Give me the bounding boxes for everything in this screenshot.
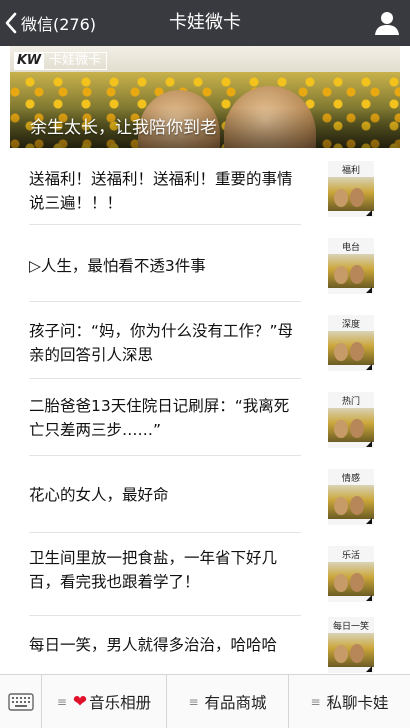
back-label: 微信(276) (21, 15, 97, 34)
thumbnail-tag: 情感 (341, 474, 360, 484)
corner-triangle-icon (366, 595, 372, 601)
article-thumbnail: 热门 (328, 392, 374, 448)
article-thumbnail: 福利 (328, 161, 374, 217)
logo-mark: KW (14, 52, 45, 70)
banner-image[interactable]: KW 卡娃微卡 余生太长，让我陪你到老 (10, 46, 400, 148)
back-button[interactable]: 微信(276) (4, 0, 96, 46)
corner-triangle-icon (366, 287, 372, 293)
menu-icon: ≡ (56, 694, 67, 709)
article-title: ▷人生，最怕看不透3件事 (29, 257, 206, 275)
article-title: 孩子问：“妈，你为什么没有工作？”母亲的回答引人深思 (29, 322, 294, 364)
article-thumbnail: 情感 (328, 469, 374, 525)
thumbnail-image (328, 633, 374, 667)
thumbnail-image (328, 485, 374, 519)
thumbnail-image (328, 254, 374, 288)
brand-logo: KW 卡娃微卡 (14, 52, 108, 70)
thumbnail-tag: 乐活 (341, 551, 360, 561)
user-icon[interactable] (374, 10, 400, 36)
article-title: 每日一笑，男人就得多治治，哈哈哈 (29, 636, 278, 654)
article-thumbnail: 乐活 (328, 546, 374, 602)
list-item[interactable]: 卫生间里放一把食盐，一年省下好几百，看完我也跟着学了！ 乐活 (0, 533, 410, 616)
corner-triangle-icon (366, 518, 372, 524)
back-chevron-icon (5, 12, 17, 34)
thumbnail-image (328, 408, 374, 442)
corner-triangle-icon (366, 364, 372, 370)
banner-caption: 余生太长，让我陪你到老 (30, 118, 217, 138)
bottom-menu-bar: ≡ ❤ 音乐相册 ≡ 有品商城 ≡ 私聊卡娃 (0, 674, 410, 728)
thumbnail-tag: 热门 (341, 397, 360, 407)
list-item[interactable]: 送福利！送福利！送福利！重要的事情说三遍！！！ 福利 (0, 148, 410, 225)
list-item[interactable]: 花心的女人，最好命 情感 (0, 456, 410, 533)
tab-label: 音乐相册 (89, 693, 152, 712)
thumbnail-image (328, 331, 374, 365)
corner-triangle-icon (366, 441, 372, 447)
heart-icon: ❤ (72, 691, 88, 712)
list-item[interactable]: 孩子问：“妈，你为什么没有工作？”母亲的回答引人深思 深度 (0, 302, 410, 379)
tab-music-album[interactable]: ≡ ❤ 音乐相册 (42, 675, 166, 728)
tab-shop[interactable]: ≡ 有品商城 (166, 675, 288, 728)
thumbnail-image (328, 177, 374, 211)
article-thumbnail: 电台 (328, 238, 374, 294)
list-item[interactable]: 二胎爸爸13天住院日记刷屏：“我离死亡只差两三步……” 热门 (0, 379, 410, 456)
keyboard-icon (7, 692, 34, 711)
article-title: 二胎爸爸13天住院日记刷屏：“我离死亡只差两三步……” (29, 397, 290, 439)
thumbnail-tag: 深度 (341, 320, 360, 330)
thumbnail-tag: 福利 (341, 166, 360, 176)
article-title: 卫生间里放一把食盐，一年省下好几百，看完我也跟着学了！ (29, 549, 278, 591)
navbar: 微信(276) 卡娃微卡 (0, 0, 410, 46)
article-thumbnail: 深度 (328, 315, 374, 371)
thumbnail-image (328, 562, 374, 596)
list-item[interactable]: ▷人生，最怕看不透3件事 电台 (0, 225, 410, 302)
tab-label: 有品商城 (204, 693, 267, 712)
tab-private-chat[interactable]: ≡ 私聊卡娃 (288, 675, 410, 728)
thumbnail-tag: 每日一笑 (332, 622, 369, 632)
corner-triangle-icon (366, 210, 372, 216)
article-thumbnail: 每日一笑 (328, 617, 374, 673)
article-title: 花心的女人，最好命 (29, 486, 169, 504)
thumbnail-tag: 电台 (341, 243, 360, 253)
article-title: 送福利！送福利！送福利！重要的事情说三遍！！！ (29, 170, 293, 212)
corner-triangle-icon (366, 666, 372, 672)
tab-label: 私聊卡娃 (326, 693, 389, 712)
logo-text: 卡娃微卡 (44, 52, 108, 70)
keyboard-toggle-button[interactable] (0, 675, 42, 728)
menu-icon: ≡ (310, 694, 321, 709)
menu-icon: ≡ (188, 694, 199, 709)
